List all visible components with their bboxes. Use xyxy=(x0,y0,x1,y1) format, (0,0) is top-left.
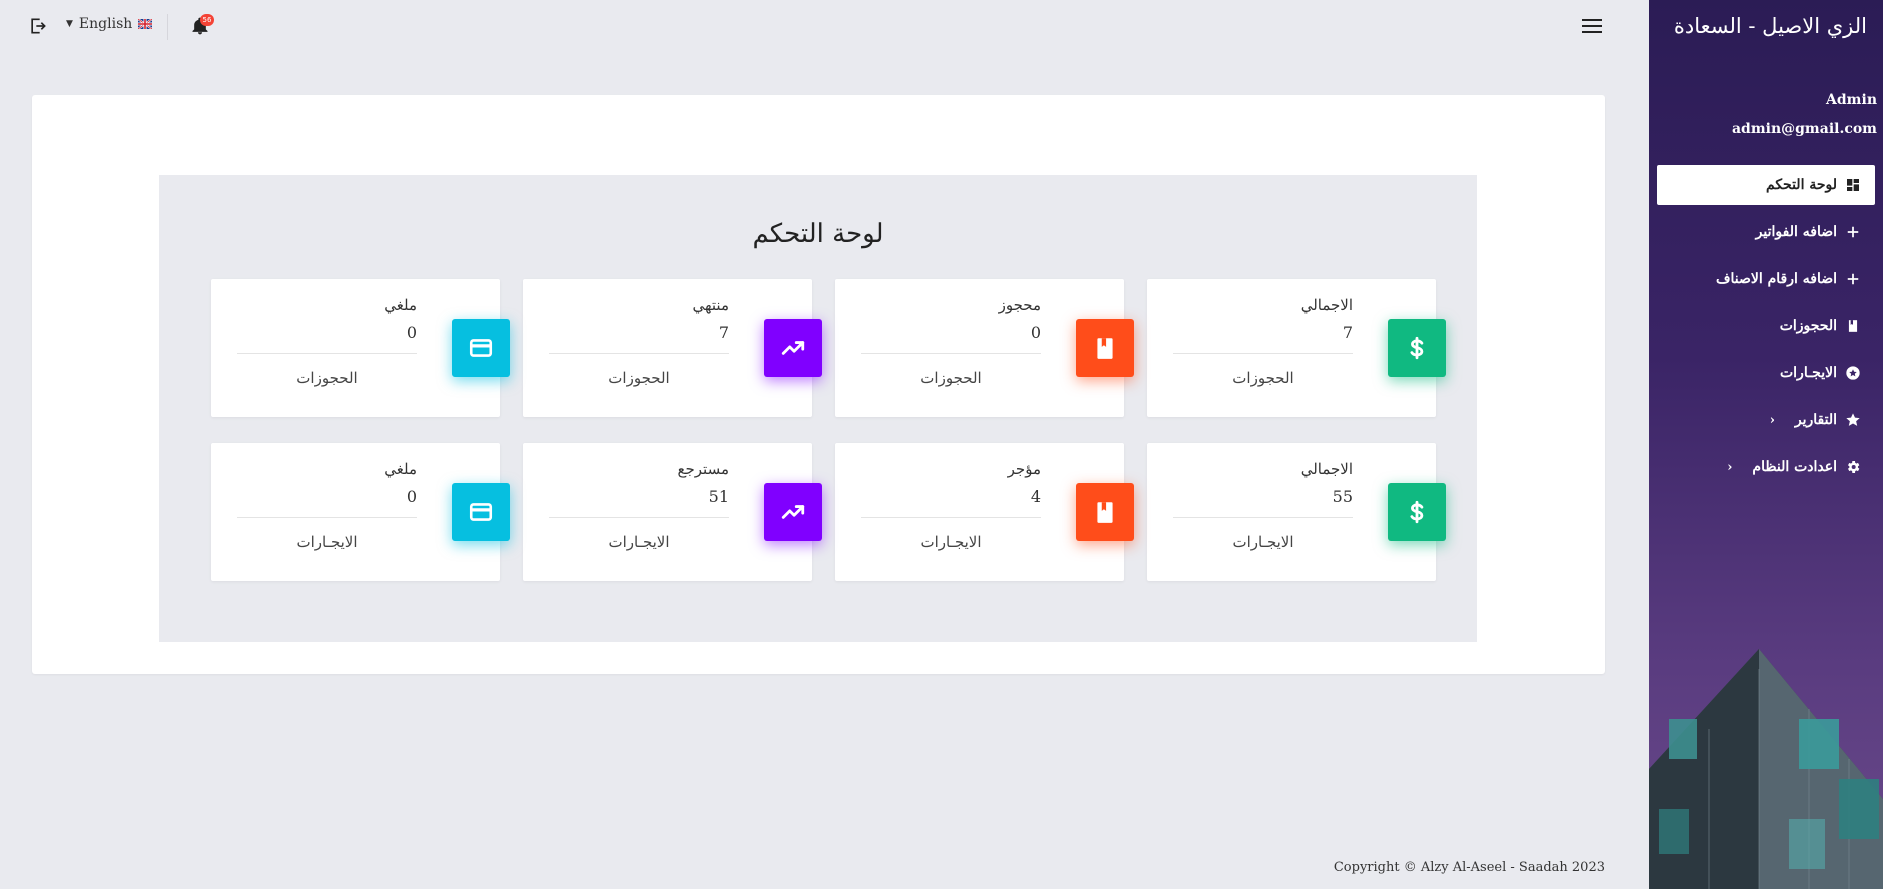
sidebar-item-system-settings[interactable]: اعدادت النظام ‹ xyxy=(1657,447,1875,487)
sidebar-item-label: اضافه الفواتير xyxy=(1755,224,1837,240)
language-selector[interactable]: ▼ English xyxy=(66,16,153,32)
sidebar-item-rentals[interactable]: الايجـارات xyxy=(1657,353,1875,393)
sidebar-item-add-item-numbers[interactable]: اضافه ارقام الاصناف xyxy=(1657,259,1875,299)
stat-label: محجوز xyxy=(998,296,1041,314)
stat-card-bookings-finished: منتهي 7 الحجوزات xyxy=(523,279,822,417)
trending-up-icon xyxy=(764,319,822,377)
language-label: English xyxy=(78,16,133,32)
star-circle-icon xyxy=(1845,365,1861,381)
topbar: ▼ English 56 xyxy=(0,0,1649,54)
stat-footer: الايجـارات xyxy=(608,533,670,551)
bookmark-icon xyxy=(1076,483,1134,541)
stat-label: الاجمالي xyxy=(1300,460,1353,478)
dashboard-icon xyxy=(1845,177,1861,193)
stat-card-rentals-total: الاجمالي 55 الايجـارات xyxy=(1147,443,1446,581)
gear-icon xyxy=(1845,459,1861,475)
stat-value: 4 xyxy=(1030,487,1041,506)
sidebar-item-label: لوحة التحكم xyxy=(1766,177,1837,193)
stat-label: ملغي xyxy=(384,296,417,314)
stat-label: الاجمالي xyxy=(1300,296,1353,314)
bookmark-icon xyxy=(1076,319,1134,377)
stat-value: 0 xyxy=(406,487,417,506)
divider xyxy=(861,517,1041,518)
credit-card-icon xyxy=(452,319,510,377)
caret-down-icon: ▼ xyxy=(66,19,73,29)
stat-value: 7 xyxy=(1342,323,1353,342)
sidebar: الزي الاصيل - السعادة Admin admin@gmail.… xyxy=(1649,0,1883,889)
sidebar-item-reports[interactable]: التقارير ‹ xyxy=(1657,400,1875,440)
sidebar-menu: لوحة التحكم اضافه الفواتير اضافه ارقام ا… xyxy=(1649,165,1883,494)
notification-badge: 56 xyxy=(200,14,214,26)
sidebar-item-bookings[interactable]: الحجوزات xyxy=(1657,306,1875,346)
sidebar-item-label: الايجـارات xyxy=(1779,365,1837,381)
stat-label: مسترجع xyxy=(677,460,729,478)
dollar-icon xyxy=(1388,319,1446,377)
stat-card-rentals-returned: مسترجع 51 الايجـارات xyxy=(523,443,822,581)
stat-value: 55 xyxy=(1332,487,1353,506)
stat-card-bookings-cancelled: ملغي 0 الحجوزات xyxy=(211,279,510,417)
stat-value: 7 xyxy=(718,323,729,342)
chevron-left-icon: ‹ xyxy=(1769,412,1775,428)
plus-icon xyxy=(1845,224,1861,240)
chevron-left-icon: ‹ xyxy=(1727,459,1733,475)
sidebar-item-label: اعدادت النظام xyxy=(1752,459,1837,475)
brand-title[interactable]: الزي الاصيل - السعادة xyxy=(1674,14,1867,38)
copyright-footer: Copyright © Alzy Al-Aseel - Saadah 2023 xyxy=(1333,860,1605,875)
divider xyxy=(861,353,1041,354)
divider xyxy=(549,353,729,354)
plus-icon xyxy=(1845,271,1861,287)
main-card: لوحة التحكم الاجمالي 7 الحجوزات محجوز 0 … xyxy=(32,95,1605,674)
stat-label: منتهي xyxy=(692,296,729,314)
sidebar-item-dashboard[interactable]: لوحة التحكم xyxy=(1657,165,1875,205)
stat-footer: الحجوزات xyxy=(608,369,670,387)
stat-value: 51 xyxy=(708,487,729,506)
divider xyxy=(1173,353,1353,354)
stat-card-bookings-reserved: محجوز 0 الحجوزات xyxy=(835,279,1134,417)
stat-value: 0 xyxy=(1030,323,1041,342)
dollar-icon xyxy=(1388,483,1446,541)
sidebar-item-label: الحجوزات xyxy=(1779,318,1837,334)
stat-footer: الايجـارات xyxy=(920,533,982,551)
user-name: Admin xyxy=(1826,92,1877,108)
stat-footer: الحجوزات xyxy=(1232,369,1294,387)
stat-footer: الايجـارات xyxy=(296,533,358,551)
divider xyxy=(1173,517,1353,518)
stat-card-rentals-cancelled: ملغي 0 الايجـارات xyxy=(211,443,510,581)
menu-toggle-button[interactable] xyxy=(1582,19,1602,35)
stat-label: مؤجر xyxy=(1007,460,1041,478)
uk-flag-icon xyxy=(138,19,153,29)
sidebar-item-label: اضافه ارقام الاصناف xyxy=(1715,271,1837,287)
star-icon xyxy=(1845,412,1861,428)
bookmark-icon xyxy=(1845,318,1861,334)
topbar-divider xyxy=(167,14,168,40)
divider xyxy=(237,517,417,518)
credit-card-icon xyxy=(452,483,510,541)
building-background-image xyxy=(1649,649,1883,889)
trending-up-icon xyxy=(764,483,822,541)
stat-footer: الحجوزات xyxy=(920,369,982,387)
stat-footer: الحجوزات xyxy=(296,369,358,387)
logout-icon[interactable] xyxy=(28,16,48,36)
divider xyxy=(237,353,417,354)
stat-label: ملغي xyxy=(384,460,417,478)
sidebar-item-label: التقارير xyxy=(1794,412,1837,428)
divider xyxy=(549,517,729,518)
stat-value: 0 xyxy=(406,323,417,342)
stat-card-rentals-rented: مؤجر 4 الايجـارات xyxy=(835,443,1134,581)
stat-card-bookings-total: الاجمالي 7 الحجوزات xyxy=(1147,279,1446,417)
sidebar-item-add-invoices[interactable]: اضافه الفواتير xyxy=(1657,212,1875,252)
page-title: لوحة التحكم xyxy=(752,219,884,249)
dashboard-panel: لوحة التحكم الاجمالي 7 الحجوزات محجوز 0 … xyxy=(159,175,1477,642)
user-email: admin@gmail.com xyxy=(1731,121,1877,137)
stat-footer: الايجـارات xyxy=(1232,533,1294,551)
